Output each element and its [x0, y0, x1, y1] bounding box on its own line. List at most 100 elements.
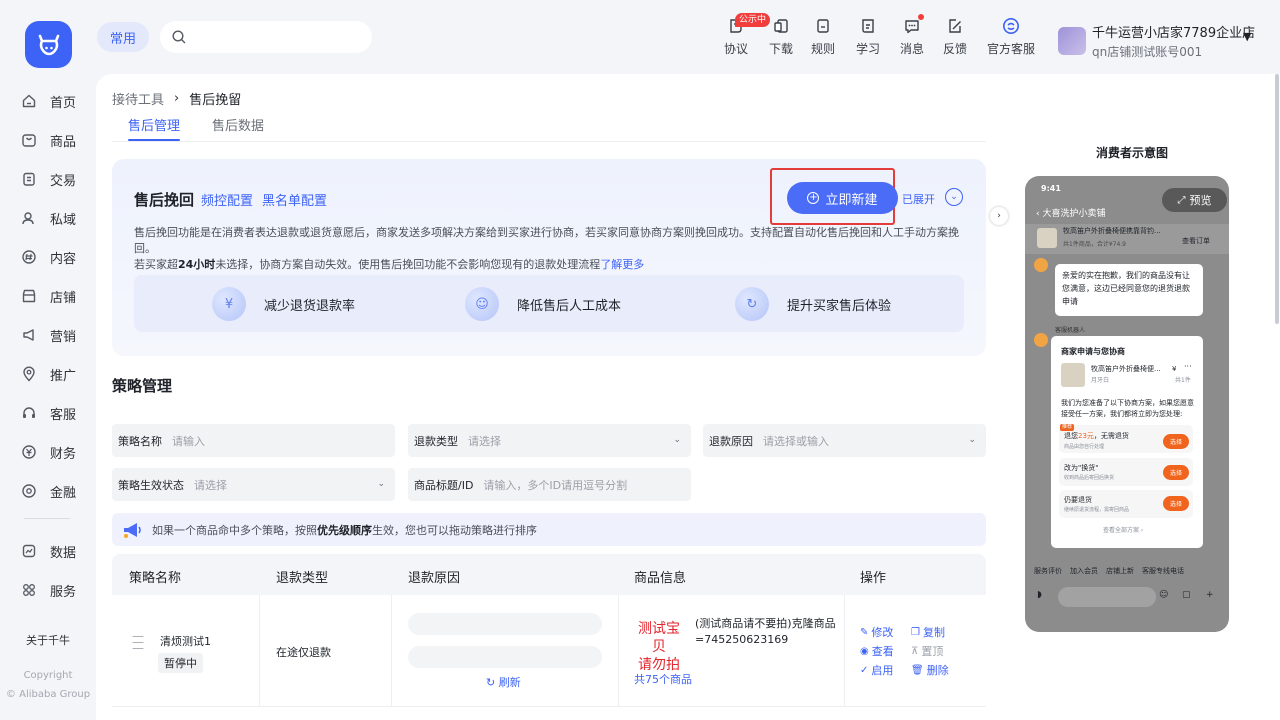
pin-top-icon: ⊼	[911, 645, 919, 657]
chevron-down-icon[interactable]: ▼	[1243, 30, 1251, 43]
order-product: 牧高笛户外折叠椅便携靠背钓...	[1063, 227, 1161, 235]
op-label: 置顶	[921, 645, 944, 658]
sidebar-item-customer-service[interactable]: 客服	[20, 401, 76, 425]
negotiation-title: 商家申请与您协商	[1061, 347, 1125, 356]
plus-icon[interactable]: +	[1206, 590, 1214, 600]
product-id-filter[interactable]: 商品标题/ID 请输入，多个ID请用逗号分割	[408, 468, 691, 501]
option-text: ，无需退货	[1093, 432, 1129, 440]
voice-icon[interactable]: ◗	[1037, 590, 1042, 600]
sidebar-item-data[interactable]: 数据	[20, 539, 76, 563]
product-count-link[interactable]: 共75个商品	[634, 671, 692, 687]
agreement-label: 协议	[723, 42, 748, 56]
more-icon[interactable]: ···	[1184, 361, 1192, 372]
sidebar-item-banking[interactable]: 金融	[20, 479, 76, 503]
qianniu-logo[interactable]	[25, 21, 72, 68]
page-scrollbar[interactable]	[1275, 74, 1279, 324]
loading-placeholder	[408, 646, 602, 668]
sidebar-item-promotion[interactable]: 推广	[20, 362, 76, 386]
collapse-chevron-icon[interactable]: ⌄	[945, 188, 963, 206]
sidebar-item-private-domain[interactable]: 私域	[20, 206, 76, 230]
strategy-name: 清烦测试1	[160, 635, 211, 648]
bottom-link[interactable]: 客服专线电话	[1142, 566, 1184, 576]
global-search[interactable]	[160, 21, 372, 53]
top-bar: 常用 协议 公示中 下载 规则 学习 消息 反馈 官方客服 千牛运营小店家778…	[0, 0, 1280, 74]
sidebar-item-trade[interactable]: 交易	[20, 167, 76, 191]
strategy-status-select[interactable]: 策略生效状态 请选择 ⌄	[112, 468, 395, 501]
chevron-down-icon: ⌄	[968, 435, 976, 445]
learn-more-link[interactable]: 了解更多	[600, 258, 644, 271]
sidebar-item-content[interactable]: 内容	[20, 245, 76, 269]
phone-chat-input[interactable]	[1058, 587, 1156, 607]
bottom-link[interactable]: 加入会员	[1070, 566, 1098, 576]
bag-icon[interactable]: ▢	[1182, 590, 1191, 600]
option-sub: 商品由您自行处理	[1064, 444, 1105, 450]
sidebar-item-home[interactable]: 首页	[20, 89, 76, 113]
benefit-improve-experience: ↻ 提升买家售后体验	[735, 287, 891, 321]
copyright-group: © Alibaba Group	[5, 689, 91, 700]
order-meta: 共1件商品，合计¥74.9	[1063, 241, 1126, 248]
refund-reason-select[interactable]: 退款原因 请选择或输入 ⌄	[703, 424, 986, 457]
about-qianniu-link[interactable]: 关于千牛	[26, 632, 70, 648]
enable-button[interactable]: ✓ 启用	[860, 662, 893, 678]
see-all-options-link[interactable]: 查看全部方案 ›	[1103, 525, 1143, 536]
tab-aftersale-data[interactable]: 售后数据	[196, 115, 280, 141]
common-nav-pill[interactable]: 常用	[97, 22, 149, 52]
chevron-right-icon[interactable]: ›	[990, 207, 1008, 225]
refresh-button[interactable]: ↻ 刷新	[486, 674, 521, 690]
sidebar-item-shop[interactable]: 店铺	[20, 284, 76, 308]
edit-button[interactable]: ✎ 修改	[860, 624, 893, 640]
feedback-button[interactable]: 反馈	[929, 17, 981, 59]
delete-button[interactable]: 🗑 删除	[911, 662, 949, 678]
consumer-phone-preview: 9:41 ⤢ 预览 ‹ 大喜洗护小卖铺 牧高笛户外折叠椅便携靠背钓... 共1件商…	[1025, 176, 1229, 632]
blacklist-config-link[interactable]: 黑名单配置	[262, 190, 327, 209]
user-profile[interactable]: 千牛运营小店家7789企业店 qn店铺测试账号001	[1058, 22, 1255, 60]
bottom-link[interactable]: 店铺上新	[1106, 566, 1134, 576]
emoji-icon[interactable]: ☺	[1159, 590, 1168, 600]
benefits-strip: ¥ 减少退货退款率 ☺ 降低售后人工成本 ↻ 提升买家售后体验	[134, 275, 964, 332]
expanded-toggle-label[interactable]: 已展开	[902, 191, 935, 207]
consumer-preview-title: 消费者示意图	[1096, 146, 1169, 160]
tab-aftersale-management[interactable]: 售后管理	[112, 115, 196, 141]
sidebar-item-finance[interactable]: 财务	[20, 440, 76, 464]
desc-line-2: 若买家超24小时未选择，协商方案自动失效。使用售后挽回功能不会影响您现有的退款处…	[134, 257, 964, 273]
breadcrumb-parent[interactable]: 接待工具	[112, 89, 164, 108]
bottom-link[interactable]: 服务评价	[1034, 566, 1062, 576]
option-sub: 继续原退货流程，需寄回商品	[1064, 507, 1130, 513]
sidebar-item-label: 营销	[50, 329, 77, 345]
sidebar-item-goods[interactable]: 商品	[20, 128, 76, 152]
pin-top-button[interactable]: ⊼ 置顶	[911, 643, 943, 659]
learn-icon	[859, 17, 877, 35]
messages-label: 消息	[899, 42, 924, 56]
option-text: 退您	[1064, 432, 1078, 440]
frequency-config-link[interactable]: 频控配置	[201, 190, 253, 209]
choose-button[interactable]: 选择	[1163, 496, 1189, 511]
refund-type-select[interactable]: 退款类型 请选择 ⌄	[408, 424, 691, 457]
view-button[interactable]: ◉ 查看	[860, 643, 894, 659]
column-header: 操作	[860, 571, 887, 586]
agent-icon: ☺	[465, 287, 499, 321]
choose-button[interactable]: 选择	[1163, 465, 1189, 480]
loading-placeholder	[408, 613, 602, 635]
sidebar-item-service[interactable]: 服务	[20, 578, 76, 602]
home-icon	[20, 92, 38, 110]
tip-bold: 优先级顺序	[317, 523, 372, 537]
filter-label: 退款原因	[709, 434, 753, 448]
breadcrumb-current: 售后挽留	[189, 93, 242, 108]
chat-message: 亲爱的实在抱歉，我们的商品没有让您满意，这边已经同意您的退货退款申请	[1062, 271, 1190, 306]
copy-button[interactable]: ❐ 复制	[911, 624, 945, 640]
preview-button[interactable]: ⤢ 预览	[1162, 188, 1227, 212]
drag-handle-icon[interactable]: — — —	[132, 630, 144, 654]
filter-label: 策略名称	[118, 434, 162, 448]
create-new-button[interactable]: + 立即新建	[787, 182, 898, 214]
sidebar-item-marketing[interactable]: 营销	[20, 323, 76, 347]
chevron-down-icon: ⌄	[673, 435, 681, 445]
search-input[interactable]	[194, 30, 354, 44]
user-account: qn店铺测试账号001	[1092, 45, 1203, 59]
search-icon	[172, 30, 186, 44]
view-order-link[interactable]: 查看订单	[1182, 236, 1210, 247]
official-service-button[interactable]: 官方客服	[984, 17, 1038, 59]
strategy-name-filter[interactable]: 策略名称 请输入	[112, 424, 395, 457]
sidebar-item-label: 店铺	[50, 290, 77, 306]
choose-button[interactable]: 选择	[1163, 434, 1189, 449]
table-row[interactable]: — — — 清烦测试1 暂停中 在途仅退款 ↻ 刷新 测试宝贝 请勿拍 (测试商品请…	[112, 595, 986, 707]
